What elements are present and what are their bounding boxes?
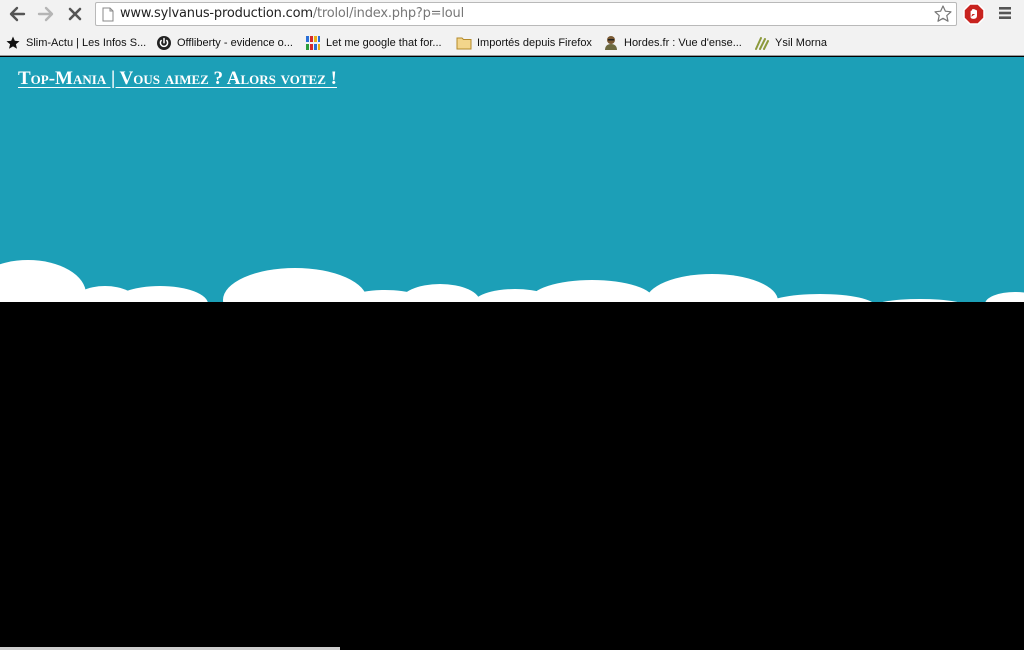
bookmark-star-icon[interactable]: [933, 4, 953, 24]
bookmark-label: Offliberty - evidence o...: [177, 37, 293, 49]
bookmarks-bar: Slim-Actu | Les Infos S... Offliberty - …: [0, 30, 1024, 56]
bookmark-item[interactable]: Ysil Morna: [754, 33, 827, 53]
address-url: www.sylvanus-production.com/trolol/index…: [120, 6, 464, 21]
bookmark-item[interactable]: Slim-Actu | Les Infos S...: [5, 33, 146, 53]
site-title-link[interactable]: Top-Mania | Vous aimez ? Alors votez !: [18, 68, 337, 90]
star-icon: [5, 35, 21, 51]
adblock-icon[interactable]: [963, 3, 985, 25]
forward-button[interactable]: [34, 3, 58, 25]
forward-arrow-icon: [37, 6, 54, 22]
url-host: www.sylvanus-production.com: [120, 6, 313, 21]
lmgtfy-icon: [305, 35, 321, 51]
bookmark-label: Slim-Actu | Les Infos S...: [26, 37, 147, 49]
chrome-menu-icon[interactable]: [997, 5, 1013, 21]
hordes-icon: [603, 35, 619, 51]
bookmark-item[interactable]: Hordes.fr : Vue d'ense...: [603, 33, 742, 53]
folder-icon: [456, 35, 472, 51]
power-icon: [156, 35, 172, 51]
page-content: Top-Mania | Vous aimez ? Alors votez !: [0, 57, 1024, 650]
stop-button[interactable]: [63, 3, 87, 25]
browser-toolbar: www.sylvanus-production.com/trolol/index…: [0, 0, 1024, 30]
bookmark-label: Hordes.fr : Vue d'ense...: [624, 37, 742, 49]
back-arrow-icon: [9, 6, 26, 22]
bookmark-folder[interactable]: Importés depuis Firefox: [456, 33, 592, 53]
ysil-icon: [754, 35, 770, 51]
bookmark-label: Importés depuis Firefox: [477, 37, 592, 49]
back-button[interactable]: [5, 3, 29, 25]
bookmark-label: Ysil Morna: [775, 37, 827, 49]
page-icon: [102, 7, 114, 22]
clouds-graphic: [0, 260, 1024, 302]
url-path: /trolol/index.php?p=loul: [312, 6, 464, 21]
address-bar[interactable]: www.sylvanus-production.com/trolol/index…: [95, 2, 957, 26]
stop-x-icon: [68, 7, 82, 21]
bookmark-label: Let me google that for...: [326, 37, 442, 49]
bookmark-item[interactable]: Let me google that for...: [305, 33, 442, 53]
sky-banner: Top-Mania | Vous aimez ? Alors votez !: [0, 57, 1024, 302]
bookmark-item[interactable]: Offliberty - evidence o...: [156, 33, 293, 53]
